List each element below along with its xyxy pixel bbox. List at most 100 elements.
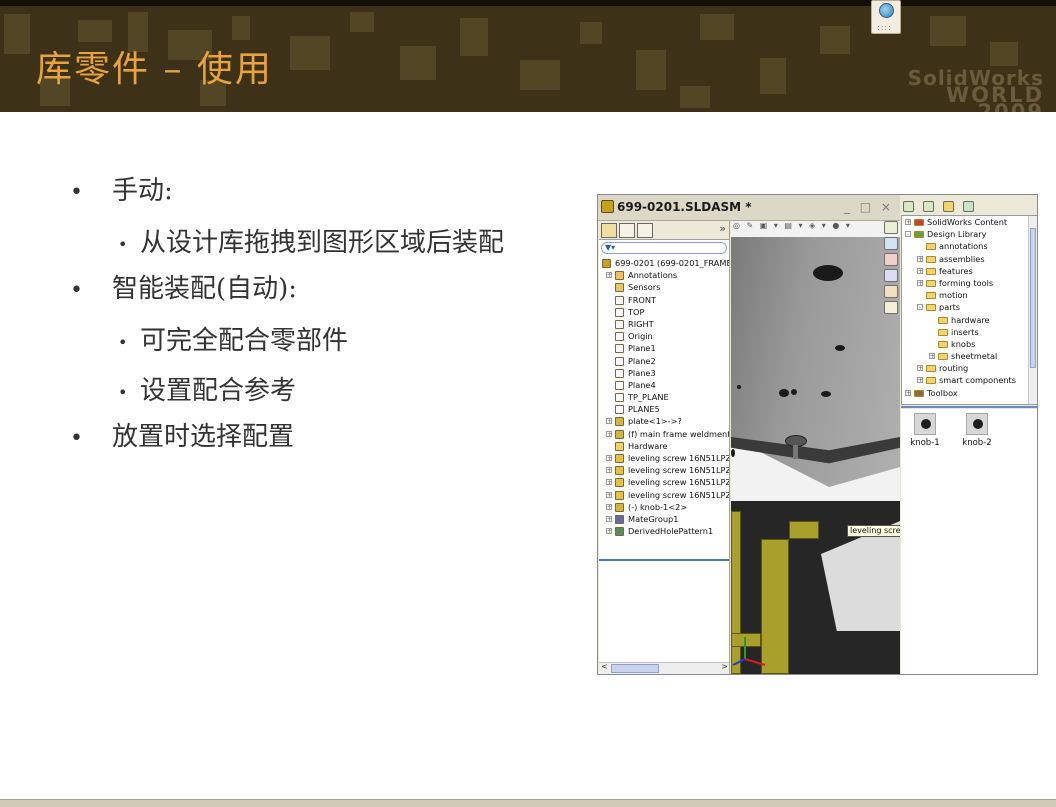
- library-tree-row[interactable]: + SolidWorks Content: [902, 216, 1037, 228]
- add-to-library-icon[interactable]: [903, 201, 914, 212]
- expand-toggle-icon[interactable]: +: [606, 272, 612, 279]
- tree-row-label: Plane1: [628, 343, 656, 354]
- expand-toggle-icon[interactable]: +: [917, 377, 923, 384]
- scroll-left-icon[interactable]: <: [601, 662, 608, 671]
- plate-hole: [731, 449, 735, 457]
- design-library-icon[interactable]: [884, 237, 898, 250]
- library-tree-row[interactable]: - Design Library: [902, 228, 1037, 240]
- tree-row[interactable]: + MateGroup1: [599, 513, 729, 525]
- bullet-item: • 手动:: [70, 170, 173, 207]
- appearances-icon[interactable]: [884, 301, 898, 314]
- expand-toggle-icon[interactable]: -: [905, 231, 911, 238]
- library-tree-row[interactable]: inserts: [902, 326, 1037, 338]
- library-vertical-scrollbar[interactable]: [1028, 216, 1037, 404]
- library-row-label: annotations: [939, 241, 988, 252]
- tree-row[interactable]: Hardware: [599, 440, 729, 452]
- tree-row-label: TOP: [628, 306, 645, 317]
- library-tree-row[interactable]: + features: [902, 265, 1037, 277]
- tree-row[interactable]: Sensors: [599, 281, 729, 293]
- tab-property-manager[interactable]: [619, 223, 635, 238]
- tree-row[interactable]: + (-) knob-1<2>: [599, 501, 729, 513]
- library-tree-row[interactable]: - parts: [902, 301, 1037, 313]
- expand-toggle-icon[interactable]: +: [606, 455, 612, 462]
- library-tree-row[interactable]: + routing: [902, 362, 1037, 374]
- tree-row[interactable]: PLANE5: [599, 403, 729, 415]
- library-tree-row[interactable]: + sheetmetal: [902, 350, 1037, 362]
- tree-row[interactable]: Plane2: [599, 355, 729, 367]
- tree-row[interactable]: + Annotations: [599, 269, 729, 281]
- tree-row-label: Annotations: [628, 270, 678, 281]
- refresh-icon[interactable]: [963, 201, 975, 212]
- scrollbar-thumb[interactable]: [1030, 228, 1036, 368]
- horizontal-scrollbar[interactable]: < >: [599, 662, 729, 674]
- expand-toggle-icon[interactable]: +: [606, 515, 612, 522]
- tree-row[interactable]: + leveling screw 16N51LPZ-2: [599, 464, 729, 476]
- add-file-location-icon[interactable]: [923, 201, 935, 212]
- expand-toggle-icon[interactable]: +: [606, 528, 612, 535]
- tree-row[interactable]: RIGHT: [599, 318, 729, 330]
- library-item[interactable]: knob-1: [905, 413, 945, 448]
- library-tree-row[interactable]: hardware: [902, 314, 1037, 326]
- tree-row-label: leveling screw 16N51LPZ-4: [628, 489, 730, 500]
- expand-toggle-icon[interactable]: +: [606, 491, 612, 498]
- tree-row[interactable]: + leveling screw 16N51LPZ-: [599, 452, 729, 464]
- library-tree-row[interactable]: + smart components: [902, 374, 1037, 386]
- library-tree-row[interactable]: annotations: [902, 240, 1037, 252]
- expand-toggle-icon[interactable]: +: [917, 279, 923, 286]
- tree-row[interactable]: Plane4: [599, 379, 729, 391]
- expand-toggle-icon[interactable]: +: [905, 389, 911, 396]
- tree-row[interactable]: 699-0201 (699-0201_FRAME: [599, 257, 729, 269]
- corner-globe-button[interactable]: ::::: [871, 0, 901, 34]
- view-palette-icon[interactable]: [884, 285, 898, 298]
- expand-toggle-icon[interactable]: +: [606, 503, 612, 510]
- slide: 库零件 – 使用 SolidWorks WORLD 2009 :::: • 手动:…: [0, 0, 1056, 807]
- tree-row[interactable]: Origin: [599, 330, 729, 342]
- tree-row[interactable]: TOP: [599, 306, 729, 318]
- library-tree-row[interactable]: motion: [902, 289, 1037, 301]
- rollback-bar[interactable]: [599, 559, 729, 561]
- expand-toggle-icon[interactable]: -: [917, 304, 923, 311]
- graphics-area[interactable]: ◎ ✎ ▣ ▾ ▤ ▾ ◈ ▾ ● ▾ leveling screw 16N51…: [731, 221, 900, 674]
- expand-toggle-icon[interactable]: +: [917, 255, 923, 262]
- tree-row[interactable]: TP_PLANE: [599, 391, 729, 403]
- library-item[interactable]: knob-2: [957, 413, 997, 448]
- expand-toggle-icon[interactable]: +: [917, 365, 923, 372]
- plane-icon: [615, 307, 624, 317]
- library-tree-row[interactable]: knobs: [902, 338, 1037, 350]
- pattern-icon: [615, 527, 624, 537]
- tab-configuration-manager[interactable]: [637, 223, 653, 238]
- tree-row[interactable]: + leveling screw 16N51LPZ-4: [599, 489, 730, 501]
- file-explorer-icon[interactable]: [884, 253, 898, 266]
- expand-toggle-icon[interactable]: +: [606, 418, 612, 425]
- tree-row[interactable]: Plane1: [599, 342, 729, 354]
- globe-icon: [879, 3, 894, 18]
- new-folder-icon[interactable]: [943, 201, 955, 212]
- tree-row-label: (-) knob-1<2>: [628, 501, 688, 512]
- tree-row[interactable]: + leveling screw 16N51LPZ-3: [599, 476, 729, 488]
- library-tree-row[interactable]: + assemblies: [902, 253, 1037, 265]
- tab-feature-manager[interactable]: [601, 223, 617, 238]
- expand-toggle-icon[interactable]: +: [606, 430, 612, 437]
- library-splitter[interactable]: [901, 406, 1037, 408]
- tree-filter-input[interactable]: ▼▾: [601, 242, 727, 254]
- library-row-label: motion: [939, 290, 968, 301]
- tree-row[interactable]: Plane3: [599, 367, 729, 379]
- search-icon[interactable]: [884, 269, 898, 282]
- tree-row[interactable]: + plate<1>->?: [599, 415, 729, 427]
- scroll-right-icon[interactable]: >: [721, 662, 728, 671]
- tree-row[interactable]: FRONT: [599, 294, 729, 306]
- expand-toggle-icon[interactable]: +: [905, 219, 911, 226]
- expand-toggle-icon[interactable]: +: [606, 467, 612, 474]
- resources-icon[interactable]: [884, 221, 898, 234]
- expand-toggle-icon[interactable]: +: [929, 353, 935, 360]
- tabs-more-button[interactable]: »: [719, 222, 726, 235]
- library-tree-row[interactable]: + forming tools: [902, 277, 1037, 289]
- expand-toggle-icon[interactable]: +: [917, 267, 923, 274]
- tree-row[interactable]: + DerivedHolePattern1: [599, 525, 729, 537]
- window-controls[interactable]: _ □ ×: [844, 200, 894, 214]
- view-toolbar[interactable]: ◎ ✎ ▣ ▾ ▤ ▾ ◈ ▾ ● ▾: [731, 221, 900, 237]
- tree-row[interactable]: + (f) main frame weldment-: [599, 428, 729, 440]
- library-tree-row[interactable]: + Toolbox: [902, 387, 1037, 399]
- expand-toggle-icon[interactable]: +: [606, 479, 612, 486]
- scrollbar-thumb[interactable]: [611, 664, 659, 673]
